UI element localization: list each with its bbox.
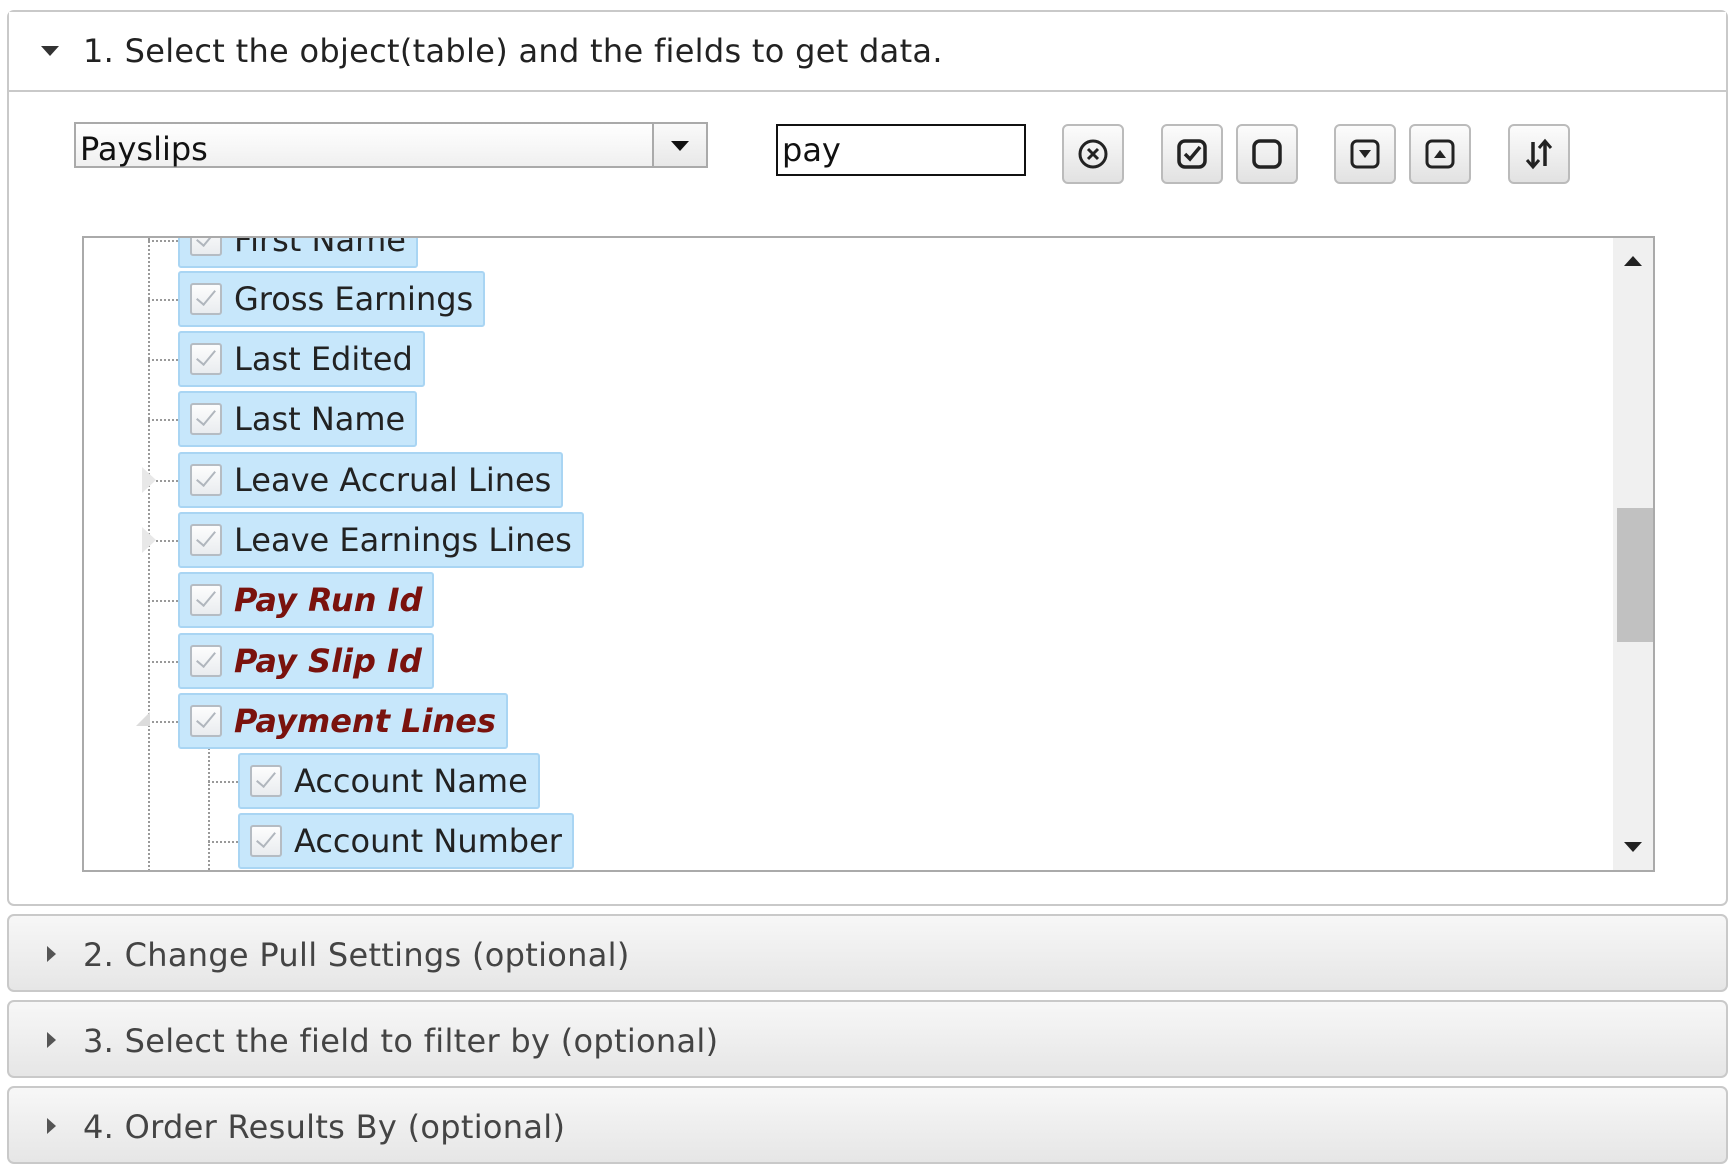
checkbox[interactable] [190,524,222,556]
tree-node-label: Pay Run Id [234,581,423,619]
object-select-value: Payslips [80,130,208,168]
collapse-arrow-icon[interactable] [41,46,59,56]
tree-node-first-name[interactable]: First Name [178,236,418,268]
tree-node-label: First Name [234,236,406,259]
check-all-icon [1177,139,1207,169]
expand-arrow-icon[interactable] [140,465,156,495]
tree-node-label: Account Name [294,762,528,800]
uncheck-all-icon [1252,139,1282,169]
clear-icon [1078,139,1108,169]
expand-arrow-icon[interactable] [47,946,56,962]
scroll-down-icon[interactable] [1624,842,1642,852]
checkbox[interactable] [190,238,222,256]
sort-button[interactable] [1508,124,1570,184]
tree-node-leave-accrual-lines[interactable]: Leave Accrual Lines [178,452,564,508]
tree-connector [148,721,178,723]
tree-node-label: Last Name [234,400,406,438]
tree-node-label: Leave Accrual Lines [234,461,552,499]
checkbox[interactable] [190,464,222,496]
scroll-thumb[interactable] [1617,508,1653,642]
expand-all-icon [1350,139,1380,169]
expand-arrow-icon[interactable] [47,1032,56,1048]
checkbox[interactable] [190,283,222,315]
tree-connector [148,600,178,602]
scroll-up-icon[interactable] [1624,256,1642,266]
field-tree[interactable]: First Name Gross Earnings Last Edited La… [82,236,1655,872]
tree-connector [148,661,178,663]
checkbox[interactable] [250,765,282,797]
tree-connector [148,240,178,242]
check-all-button[interactable] [1161,124,1223,184]
sort-icon [1525,138,1553,170]
tree-node-gross-earnings[interactable]: Gross Earnings [178,271,486,327]
tree-node-pay-slip-id[interactable]: Pay Slip Id [178,633,434,689]
tree-connector [148,359,178,361]
section-header-1[interactable]: 1. Select the object(table) and the fiel… [9,12,1726,92]
collapse-all-button[interactable] [1409,124,1471,184]
tree-node-label: Pay Slip Id [234,642,422,680]
tree-scrollbar[interactable] [1613,238,1653,870]
checkbox[interactable] [190,584,222,616]
checkbox[interactable] [190,343,222,375]
checkbox[interactable] [190,403,222,435]
tree-node-last-name[interactable]: Last Name [178,391,418,447]
collapse-all-icon [1425,139,1455,169]
object-select[interactable]: Payslips [74,122,708,168]
section-filter-field[interactable]: 3. Select the field to filter by (option… [7,1000,1728,1078]
tree-node-label: Payment Lines [234,702,497,740]
tree-node-account-number[interactable]: Account Number [238,813,574,869]
field-search-input[interactable] [776,124,1026,176]
tree-node-label: Gross Earnings [234,280,474,318]
expand-all-button[interactable] [1334,124,1396,184]
clear-search-button[interactable] [1062,124,1124,184]
checkbox[interactable] [250,825,282,857]
section-title-4: 4. Order Results By (optional) [83,1108,566,1146]
section-pull-settings[interactable]: 2. Change Pull Settings (optional) [7,914,1728,992]
section-title-3: 3. Select the field to filter by (option… [83,1022,719,1060]
tree-node-account-name[interactable]: Account Name [238,753,540,809]
tree-node-label: Leave Earnings Lines [234,521,572,559]
tree-connector [148,238,150,870]
uncheck-all-button[interactable] [1236,124,1298,184]
tree-node-pay-run-id[interactable]: Pay Run Id [178,572,435,628]
tree-node-leave-earnings-lines[interactable]: Leave Earnings Lines [178,512,584,568]
section-header-3[interactable]: 3. Select the field to filter by (option… [9,1002,1726,1080]
checkbox[interactable] [190,645,222,677]
expand-arrow-icon[interactable] [140,525,156,555]
checkbox[interactable] [190,705,222,737]
tree-node-label: Last Edited [234,340,413,378]
section-order-results[interactable]: 4. Order Results By (optional) [7,1086,1728,1164]
tree-connector [148,419,178,421]
expand-arrow-icon[interactable] [47,1118,56,1134]
section-title-2: 2. Change Pull Settings (optional) [83,936,630,974]
section-title-1: 1. Select the object(table) and the fiel… [83,32,943,70]
collapse-tree-arrow-icon[interactable] [136,712,150,726]
tree-connector [148,299,178,301]
tree-node-last-edited[interactable]: Last Edited [178,331,425,387]
chevron-down-icon[interactable] [652,124,706,166]
tree-connector [208,841,238,843]
section-header-2[interactable]: 2. Change Pull Settings (optional) [9,916,1726,994]
section-header-4[interactable]: 4. Order Results By (optional) [9,1088,1726,1166]
tree-connector [208,781,238,783]
tree-node-label: Account Number [294,822,562,860]
tree-node-payment-lines[interactable]: Payment Lines [178,693,509,749]
